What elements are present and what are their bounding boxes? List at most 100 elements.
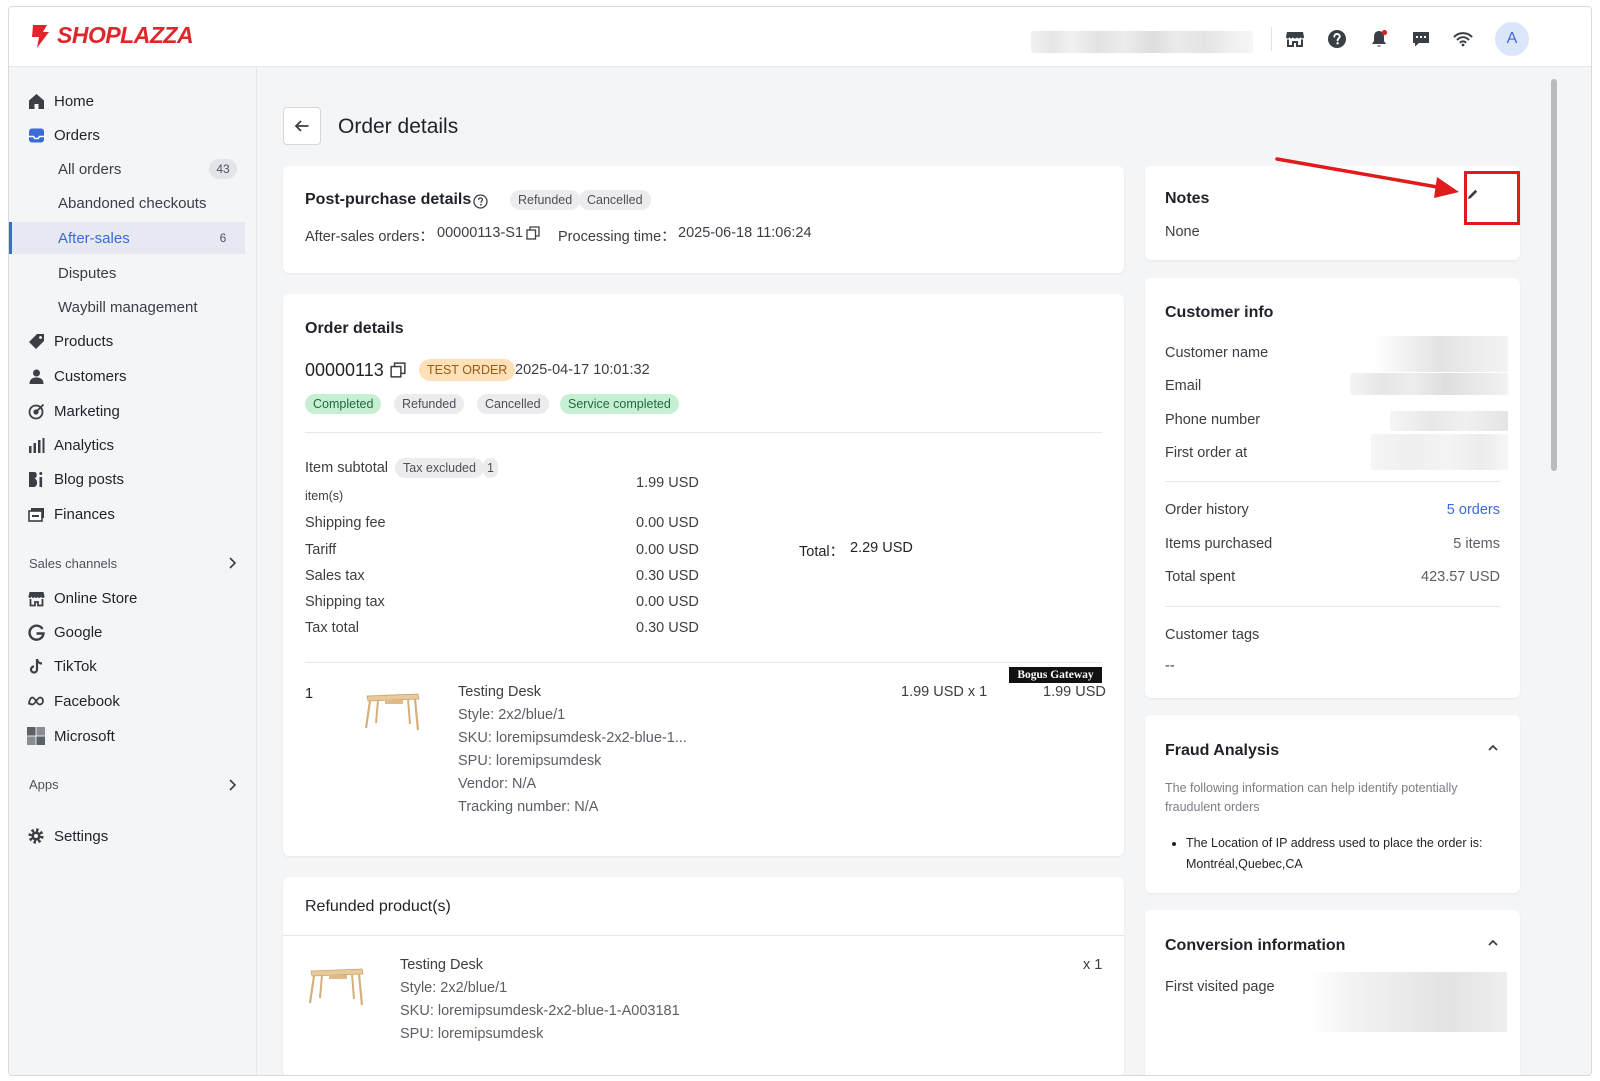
sidebar-item-home[interactable]: Home <box>9 85 245 117</box>
top-bar: SHOPLAZZA A <box>9 7 1591 67</box>
email-redacted[interactable] <box>1350 373 1508 395</box>
customer-info-card: Customer info Customer name Email Phone … <box>1145 278 1520 698</box>
sidebar-item-label: Google <box>54 623 103 641</box>
finance-icon <box>27 505 45 523</box>
divider <box>1165 481 1500 482</box>
bell-icon[interactable] <box>1367 27 1391 51</box>
microsoft-icon <box>27 727 45 745</box>
user-avatar[interactable]: A <box>1495 22 1529 56</box>
sidebar-item-disputes[interactable]: Disputes <box>9 257 245 289</box>
chat-icon[interactable] <box>1409 27 1433 51</box>
store-name-redacted[interactable] <box>1031 31 1253 53</box>
desk-product-image[interactable] <box>307 965 367 1011</box>
status-badge: Completed <box>305 394 382 414</box>
apps-heading[interactable]: Apps <box>29 777 59 792</box>
sidebar-item-label: Products <box>54 332 114 350</box>
tariff-value: 0.00 USD <box>636 542 699 558</box>
sidebar-item-all-orders[interactable]: All orders 43 <box>9 153 245 185</box>
sidebar-item-products[interactable]: Products <box>9 325 245 357</box>
order-details-card: Order details 00000113 TEST ORDER 2025-0… <box>283 294 1124 856</box>
customer-tags-label: Customer tags <box>1165 627 1260 643</box>
notes-title: Notes <box>1165 190 1210 207</box>
sidebar-item-abandoned-checkouts[interactable]: Abandoned checkouts <box>9 187 245 219</box>
processing-time-value: 2025-06-18 11:06:24 <box>678 225 812 241</box>
page-scrollbar-thumb[interactable] <box>1551 79 1557 471</box>
sidebar-item-blog-posts[interactable]: Blog posts <box>9 463 245 495</box>
back-button[interactable] <box>283 107 321 145</box>
line-item-tracking: Tracking number: N/A <box>458 799 599 815</box>
chevron-right-icon[interactable] <box>225 556 239 570</box>
item-count-badge: 1 <box>483 458 498 478</box>
sidebar-item-google[interactable]: Google <box>9 616 245 648</box>
customer-name-redacted <box>1373 336 1508 372</box>
sales-channels-heading[interactable]: Sales channels <box>29 556 117 571</box>
order-details-title: Order details <box>305 320 404 337</box>
first-order-label: First order at <box>1165 445 1248 461</box>
items-suffix: item(s) <box>305 489 344 503</box>
sidebar-item-label: Customers <box>54 367 127 385</box>
divider <box>305 432 1102 433</box>
store-icon[interactable] <box>1283 27 1307 51</box>
order-history-label: Order history <box>1165 502 1249 518</box>
sidebar-item-label: Home <box>54 92 95 110</box>
sidebar-item-orders[interactable]: Orders <box>9 119 245 151</box>
google-icon <box>27 623 45 641</box>
sidebar-item-settings[interactable]: Settings <box>9 820 245 852</box>
sidebar-item-marketing[interactable]: Marketing <box>9 395 245 427</box>
line-item-name[interactable]: Testing Desk <box>458 684 541 700</box>
customer-tags-value: -- <box>1165 658 1175 674</box>
status-badge: Cancelled <box>579 190 651 210</box>
refunded-item-name[interactable]: Testing Desk <box>400 957 483 973</box>
all-orders-count-badge: 43 <box>209 159 237 179</box>
item-subtotal-value: 1.99 USD <box>636 475 699 491</box>
divider <box>283 935 1124 936</box>
sidebar-item-label: Facebook <box>54 692 120 710</box>
sidebar-item-microsoft[interactable]: Microsoft <box>9 720 245 752</box>
sidebar-item-online-store[interactable]: Online Store <box>9 582 245 614</box>
sidebar-item-label: Marketing <box>54 402 120 420</box>
shipping-fee-value: 0.00 USD <box>636 515 699 531</box>
total-spent-label: Total spent <box>1165 569 1236 585</box>
fraud-description-line1: The following information can help ident… <box>1165 781 1458 795</box>
sidebar-item-tiktok[interactable]: TikTok <box>9 650 245 682</box>
bar-chart-icon <box>27 436 45 454</box>
line-item-unit-price: 1.99 USD x 1 <box>901 684 988 700</box>
first-visited-page-label: First visited page <box>1165 979 1275 995</box>
copy-icon[interactable] <box>526 226 540 240</box>
sidebar-item-facebook[interactable]: Facebook <box>9 685 245 717</box>
person-icon <box>27 367 45 385</box>
test-order-badge: TEST ORDER <box>419 359 516 381</box>
after-sales-order-number[interactable]: 00000113-S1 <box>437 225 523 241</box>
status-badge: Cancelled <box>477 394 549 414</box>
conversion-info-title: Conversion information <box>1165 937 1346 954</box>
copy-icon[interactable] <box>390 362 406 378</box>
tag-icon <box>27 332 45 350</box>
sidebar-item-label: Blog posts <box>54 470 125 488</box>
sidebar-item-finances[interactable]: Finances <box>9 498 245 530</box>
total-spent-value: 423.57 USD <box>1421 569 1500 585</box>
items-purchased-label: Items purchased <box>1165 536 1273 552</box>
help-icon[interactable] <box>1325 27 1349 51</box>
chevron-up-icon[interactable] <box>1486 936 1500 950</box>
sidebar-item-label: Finances <box>54 505 115 523</box>
sidebar-item-waybill-management[interactable]: Waybill management <box>9 291 245 323</box>
chevron-right-icon[interactable] <box>225 778 239 792</box>
sidebar-item-label: Microsoft <box>54 727 115 745</box>
sidebar-item-analytics[interactable]: Analytics <box>9 429 245 461</box>
help-circle-icon[interactable] <box>473 194 488 209</box>
target-icon <box>27 402 45 420</box>
sidebar-item-customers[interactable]: Customers <box>9 360 245 392</box>
sidebar-item-after-sales[interactable]: After-sales 6 <box>9 222 245 254</box>
sidebar-item-label: All orders <box>58 160 122 178</box>
shoplazza-logo[interactable]: SHOPLAZZA <box>29 22 194 49</box>
order-number[interactable]: 00000113 <box>305 360 384 381</box>
status-badge: Service completed <box>560 394 679 414</box>
desk-product-image[interactable] <box>363 690 423 736</box>
wifi-icon[interactable] <box>1451 27 1475 51</box>
chevron-up-icon[interactable] <box>1486 741 1500 755</box>
tax-excluded-badge: Tax excluded <box>395 458 484 478</box>
sidebar-item-label: Settings <box>54 827 109 845</box>
order-history-link[interactable]: 5 orders <box>1447 502 1500 518</box>
sidebar-item-label: TikTok <box>54 657 97 675</box>
page-title: Order details <box>338 115 459 138</box>
